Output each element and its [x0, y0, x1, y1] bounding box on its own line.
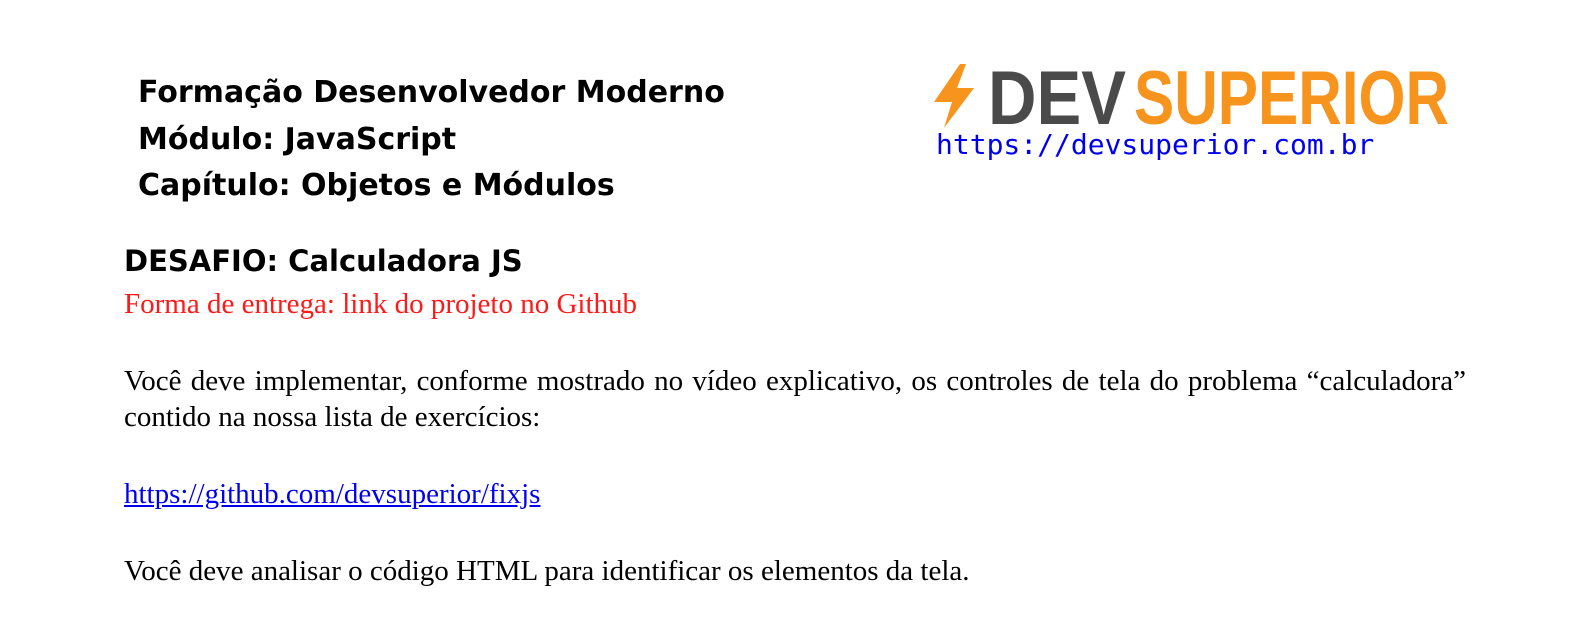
- lightning-bolt-icon: [934, 64, 974, 128]
- chapter-title: Capítulo: Objetos e Módulos: [138, 168, 615, 203]
- analysis-instructions: Você deve analisar o código HTML para id…: [124, 555, 970, 587]
- delivery-instructions: Forma de entrega: link do projeto no Git…: [124, 288, 638, 320]
- challenge-description: Você deve implementar, conforme mostrado…: [124, 365, 1466, 433]
- course-title: Formação Desenvolvedor Moderno: [138, 75, 725, 110]
- logo-dev-text: DEV: [988, 60, 1126, 132]
- course-header: Formação Desenvolvedor Moderno Módulo: J…: [138, 70, 725, 210]
- website-url[interactable]: https://devsuperior.com.br: [936, 128, 1374, 161]
- challenge-title: DESAFIO: Calculadora JS: [124, 244, 523, 278]
- logo-superior-text: SUPERIOR: [1134, 60, 1449, 132]
- github-link[interactable]: https://github.com/devsuperior/fixjs: [124, 476, 540, 512]
- devsuperior-logo: DEV SUPERIOR: [934, 60, 1449, 132]
- module-title: Módulo: JavaScript: [138, 121, 457, 157]
